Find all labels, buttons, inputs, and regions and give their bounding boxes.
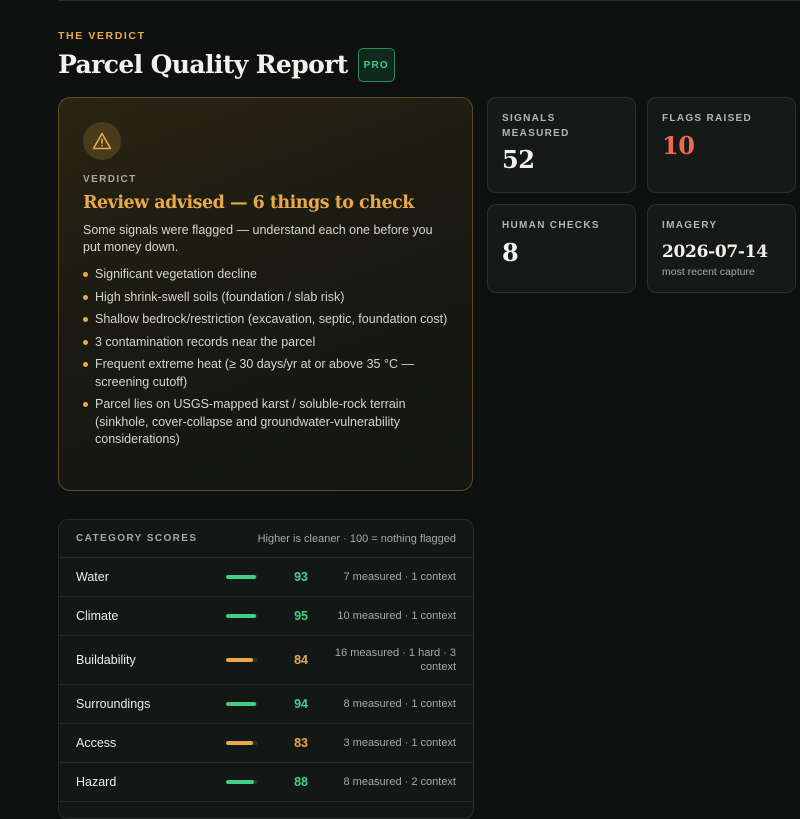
category-score: 94 [294,697,308,711]
human-checks-value: 8 [502,237,519,267]
category-row-buildability: Buildability 84 16 measured · 1 hard · 3 c… [59,636,473,685]
category-detail: 8 measured · 1 context [343,698,456,710]
flags-raised-value: 10 [662,130,695,160]
verdict-item: Shallow bedrock/restriction (excavation,… [83,311,448,329]
bullet-dot [83,317,88,322]
verdict-headline: Review advised — 6 things to check [83,193,414,213]
verdict-list: Significant vegetation decline High shri… [83,266,448,449]
page-eyebrow: THE VERDICT [58,30,146,42]
verdict-item-text: Significant vegetation decline [95,267,257,281]
category-scores-header: CATEGORY SCORES Higher is cleaner · 100 … [59,520,473,558]
imagery-date: 2026-07-14 [662,241,768,262]
category-name: Climate [76,609,119,623]
verdict-item-text: 3 contamination records near the parcel [95,334,316,349]
verdict-item-text: Frequent extreme heat (≥ 30 days/yr at o… [95,357,414,389]
category-name: Buildability [76,653,136,667]
category-name: Surroundings [76,697,151,711]
category-score-list: Water 93 7 measured · 1 context Climate 95 10… [59,558,473,802]
category-score: 84 [294,653,308,667]
verdict-item: Parcel lies on USGS-mapped karst / solub… [83,396,448,449]
verdict-description: Some signals were flagged — understand e… [83,223,433,254]
category-row-climate: Climate 95 10 measured · 1 context [59,597,473,636]
score-bar-fill [226,614,257,618]
score-bar [226,575,258,579]
verdict-item: Significant vegetation decline [83,266,448,284]
category-name: Access [76,736,117,750]
category-detail: 3 measured · 1 context [343,737,456,749]
category-scores-title: CATEGORY SCORES [76,533,198,544]
category-score: 95 [294,609,308,623]
pro-badge: PRO [357,48,395,82]
score-bar [226,780,258,784]
top-divider [58,0,800,1]
category-score: 88 [294,775,308,789]
verdict-item: High shrink-swell soils (foundation / sl… [83,289,448,307]
category-row-water: Water 93 7 measured · 1 context [59,558,473,597]
verdict-item: Frequent extreme heat (≥ 30 days/yr at o… [83,356,448,391]
score-bar [226,614,258,618]
signals-measured-label: SIGNALS MEASURED [502,113,570,139]
category-score: 93 [294,570,308,584]
verdict-item-text: Parcel lies on USGS-mapped karst / solub… [95,397,406,446]
warning-icon [83,122,121,160]
score-bar-fill [226,780,255,784]
verdict-card: VERDICT Review advised — 6 things to che… [58,97,473,491]
score-bar-fill [226,575,256,579]
category-name: Hazard [76,775,117,789]
category-row-hazard: Hazard 88 8 measured · 2 context [59,763,473,802]
human-checks-card: HUMAN CHECKS 8 [487,204,636,293]
category-detail: 8 measured · 2 context [343,776,456,788]
category-scores-panel: CATEGORY SCORES Higher is cleaner · 100 … [58,519,474,819]
category-detail: 10 measured · 1 context [337,610,456,622]
verdict-item-text: Shallow bedrock/restriction (excavation,… [95,312,448,326]
score-bar-fill [226,741,253,745]
imagery-subtext: most recent capture [662,265,755,278]
bullet-dot [83,362,88,367]
score-bar-fill [226,702,257,706]
category-scores-note: Higher is cleaner · 100 = nothing flagge… [257,532,456,545]
signals-measured-value: 52 [502,145,535,174]
score-bar [226,702,258,706]
bullet-dot [83,294,88,300]
imagery-label: IMAGERY [662,220,718,231]
score-bar-fill [226,658,253,662]
verdict-label: VERDICT [83,174,137,185]
category-score: 83 [294,736,308,750]
flags-raised-label: FLAGS RAISED [662,113,753,124]
bullet-dot [83,339,88,345]
signals-measured-card: SIGNALS MEASURED 52 [487,97,636,193]
bullet-dot [83,272,88,277]
human-checks-label: HUMAN CHECKS [502,220,600,231]
imagery-card: IMAGERY 2026-07-14 most recent capture [647,204,796,293]
category-row-access: Access 83 3 measured · 1 context [59,724,473,763]
flags-raised-card: FLAGS RAISED 10 [647,97,796,193]
category-row-surroundings: Surroundings 94 8 measured · 1 context [59,685,473,724]
score-bar [226,741,258,745]
category-detail: 16 measured · 1 hard · 3 context [334,647,456,673]
bullet-dot [83,402,88,407]
verdict-item: 3 contamination records near the parcel [83,334,448,352]
verdict-item-text: High shrink-swell soils (foundation / sl… [95,289,345,304]
page-title: Parcel Quality Report [58,50,348,79]
category-detail: 7 measured · 1 context [343,571,456,583]
score-bar [226,658,258,662]
category-name: Water [76,570,109,584]
title-row: Parcel Quality Report PRO [58,46,395,84]
